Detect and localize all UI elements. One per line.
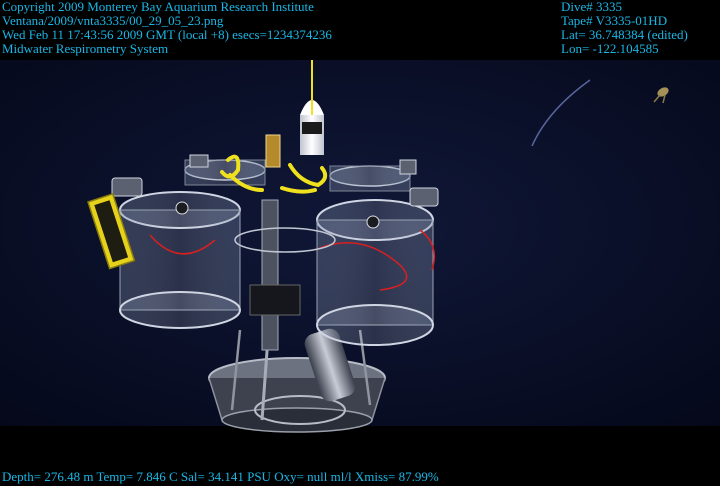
overlay-left-block: Copyright 2009 Monterey Bay Aquarium Res… [2,0,332,56]
timestamp-line: Wed Feb 11 17:43:56 2009 GMT (local +8) … [2,27,332,42]
file-path-line: Ventana/2009/vnta3335/00_29_05_23.png [2,13,224,28]
copyright-line: Copyright 2009 Monterey Bay Aquarium Res… [2,0,314,14]
respirometry-chamber-back-right [329,165,411,192]
gold-cylinder [265,134,281,168]
overlay-right-block: Dive# 3335 Tape# V3335-01HD Lat= 36.7483… [561,0,688,56]
side-canister-left [111,177,143,197]
system-name-line: Midwater Respirometry System [2,41,169,56]
latitude-line: Lat= 36.748384 (edited) [561,27,688,42]
longitude-line: Lon= -122.104585 [561,41,659,56]
video-frame: Copyright 2009 Monterey Bay Aquarium Res… [0,0,720,486]
respirometry-chamber-right [314,199,435,346]
sensor-readout-line: Depth= 276.48 m Temp= 7.846 C Sal= 34.14… [2,469,439,484]
dive-number-line: Dive# 3335 [561,0,623,14]
central-mast [261,199,279,351]
underwater-scene [0,0,720,486]
side-canister-right [409,187,439,207]
tape-number-line: Tape# V3335-01HD [561,13,668,28]
respirometry-chamber-left [119,191,241,329]
